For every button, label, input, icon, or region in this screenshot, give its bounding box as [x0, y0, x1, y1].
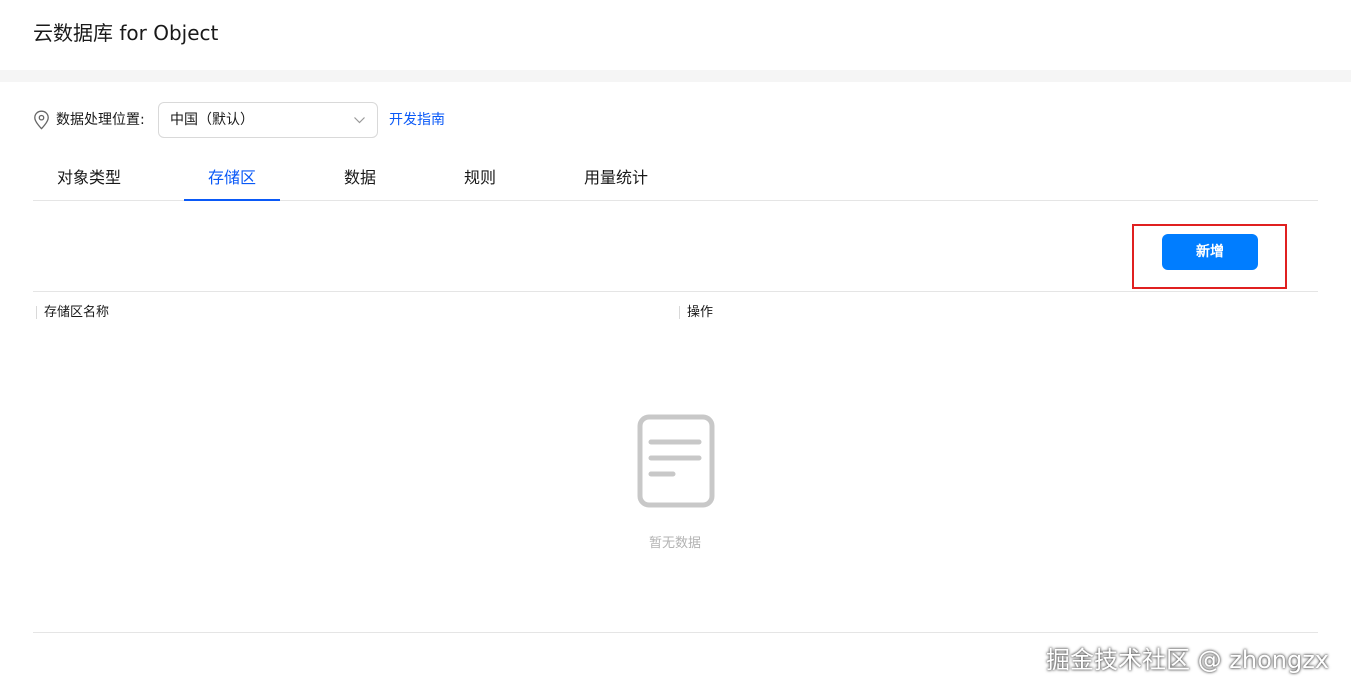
page: 云数据库 for Object 数据处理位置: 中国（默认） 开发指南 对象类型… — [0, 0, 1351, 696]
empty-state: 暂无数据 — [600, 414, 750, 564]
tab-storage-zones[interactable]: 存储区 — [184, 160, 280, 201]
location-pin-icon — [34, 110, 49, 130]
tab-data[interactable]: 数据 — [320, 160, 400, 200]
empty-text: 暂无数据 — [648, 536, 701, 551]
column-header-storage-name: 存储区名称 — [35, 305, 110, 320]
page-title: 云数据库 for Object — [33, 21, 219, 45]
tab-object-types[interactable]: 对象类型 — [33, 160, 145, 200]
tab-usage-stats[interactable]: 用量统计 — [568, 160, 664, 200]
location-bar: 数据处理位置: 中国（默认） 开发指南 — [33, 102, 633, 138]
chevron-down-icon — [354, 117, 365, 124]
tab-rules[interactable]: 规则 — [440, 160, 520, 200]
tab-bar: 对象类型 存储区 数据 规则 用量统计 — [33, 160, 1318, 201]
table-bottom-divider — [33, 632, 1318, 633]
region-select[interactable]: 中国（默认） — [158, 102, 378, 138]
column-header-actions: 操作 — [678, 305, 714, 320]
empty-document-icon — [637, 414, 715, 508]
highlight-box — [1132, 224, 1287, 289]
header: 云数据库 for Object — [0, 0, 1351, 70]
dev-guide-link[interactable]: 开发指南 — [389, 111, 445, 129]
location-label: 数据处理位置: — [56, 112, 145, 128]
region-select-value: 中国（默认） — [170, 112, 254, 128]
table-top-divider — [33, 291, 1318, 292]
watermark: 掘金技术社区 @ zhongzx — [1046, 646, 1329, 674]
header-divider — [0, 70, 1351, 82]
